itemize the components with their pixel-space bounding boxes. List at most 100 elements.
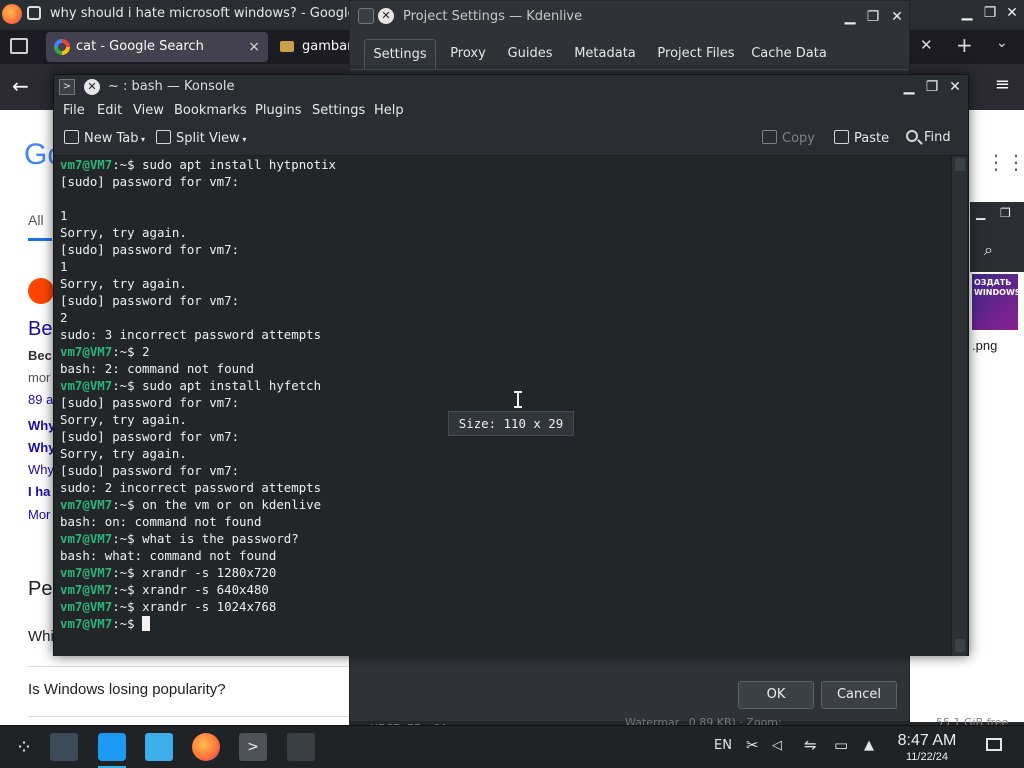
x-icon[interactable]: ✕	[378, 8, 394, 24]
konsole-titlebar[interactable]: > ✕ ~ : bash — Konsole ▁ ❐ ✕	[54, 75, 968, 100]
terminal-scrollbar[interactable]	[951, 156, 967, 656]
thumbnail-filename[interactable]: .png	[972, 338, 997, 353]
show-desktop-icon[interactable]	[986, 738, 1002, 751]
menu-settings[interactable]: Settings	[312, 103, 365, 118]
paste-button[interactable]: Paste	[834, 130, 889, 146]
shell-prompt-user: vm7@VM7	[60, 497, 113, 512]
discover-store-icon[interactable]	[98, 733, 126, 761]
scissors-icon[interactable]: ✂	[746, 736, 759, 754]
keyboard-layout-indicator[interactable]: EN	[714, 738, 732, 753]
sitelink[interactable]: Why	[28, 418, 55, 433]
paste-icon	[834, 130, 849, 144]
maximize-icon[interactable]: ❐	[922, 77, 942, 97]
shell-prompt-path: :~$	[112, 599, 143, 614]
minimize-icon[interactable]: ▁	[957, 4, 977, 22]
find-button[interactable]: Find	[906, 130, 951, 145]
tab-cache-data[interactable]: Cache Data	[748, 39, 830, 69]
sitelink[interactable]: I ha	[28, 484, 50, 499]
search-icon[interactable]: ⌕	[984, 240, 993, 260]
tab-proxy[interactable]: Proxy	[444, 39, 492, 69]
terminal-line: Sorry, try again.	[60, 445, 187, 462]
split-view-button[interactable]: Split View ▾	[156, 130, 246, 146]
sitelink[interactable]: Why	[28, 462, 54, 477]
question-item[interactable]: Whi	[28, 628, 54, 645]
result-count[interactable]: 89 a	[28, 392, 53, 407]
shell-prompt-user: vm7@VM7	[60, 616, 113, 631]
tab-cat-google-search[interactable]: cat - Google Search ×	[46, 32, 268, 62]
google-favicon-icon	[54, 39, 70, 55]
cancel-button[interactable]: Cancel	[821, 681, 897, 709]
maximize-icon[interactable]: ❐	[863, 7, 883, 27]
copy-button[interactable]: Copy	[762, 130, 815, 146]
pin-icon[interactable]	[27, 6, 41, 20]
network-icon[interactable]: ⇋	[804, 736, 817, 754]
menu-view[interactable]: View	[133, 103, 164, 118]
question-item[interactable]: Is Windows losing popularity?	[28, 681, 226, 698]
terminal-text: [sudo] password for vm7:	[60, 242, 240, 257]
menu-edit[interactable]: Edit	[97, 103, 122, 118]
result-snippet: mor	[28, 370, 51, 385]
terminal-output[interactable]: vm7@VM7:~$ sudo apt install hytpnotix [su…	[54, 156, 952, 656]
more-link[interactable]: Mor	[28, 507, 50, 522]
terminal-text: Sorry, try again.	[60, 446, 187, 461]
minimize-icon[interactable]: ▁	[899, 77, 919, 97]
close-tab-icon[interactable]: ✕	[920, 36, 933, 54]
new-tab-button[interactable]: New Tab ▾	[64, 130, 145, 146]
result-title[interactable]: Be	[28, 318, 52, 341]
tab-gambar[interactable]: gambar	[272, 32, 352, 62]
back-arrow-icon[interactable]: ←	[12, 74, 29, 98]
ok-button[interactable]: OK	[738, 681, 814, 709]
maximize-icon[interactable]: ❐	[1000, 206, 1011, 220]
menu-plugins[interactable]: Plugins	[255, 103, 302, 118]
terminal-text: 2	[142, 344, 150, 359]
tab-project-files[interactable]: Project Files	[652, 39, 740, 69]
chevron-up-icon[interactable]: ▲	[864, 738, 874, 753]
tab-settings[interactable]: Settings	[364, 39, 436, 69]
close-icon[interactable]: ✕	[1002, 4, 1022, 22]
system-settings-icon[interactable]	[50, 733, 78, 761]
chevron-down-icon: ▾	[138, 135, 146, 144]
minimize-icon[interactable]: ▁	[976, 206, 985, 220]
shell-prompt-path: :~$	[112, 616, 143, 631]
maximize-icon[interactable]: ❐	[980, 4, 1000, 22]
scrollbar-down-handle[interactable]	[955, 639, 965, 652]
minimize-icon[interactable]: ▁	[840, 7, 860, 27]
terminal-text: bash: 2: command not found	[60, 361, 254, 376]
terminal-text: what is the password?	[142, 531, 299, 546]
x-icon[interactable]: ✕	[84, 79, 100, 95]
terminal-line: vm7@VM7:~$ xrandr -s 640x480	[60, 581, 269, 598]
apps-grid-icon[interactable]: ⋮⋮⋮	[986, 150, 1024, 174]
menu-help[interactable]: Help	[374, 103, 404, 118]
image-thumbnail[interactable]: ОЗДАТЬ WINDOWS?	[972, 274, 1018, 330]
new-tab-icon[interactable]: +	[956, 33, 973, 57]
close-icon[interactable]: ✕	[887, 7, 907, 27]
chevron-down-icon[interactable]: ⌄	[996, 35, 1008, 51]
firefox-icon[interactable]	[192, 733, 220, 761]
kdenlive-icon[interactable]	[287, 733, 315, 761]
konsole-icon[interactable]: >	[239, 733, 267, 761]
close-tab-icon[interactable]: ×	[248, 32, 260, 62]
terminal-text: sudo: 2 incorrect password attempts	[60, 480, 322, 495]
clock[interactable]: 8:47 AM 11/22/24	[893, 732, 961, 764]
list-all-tabs-icon[interactable]	[10, 38, 28, 54]
application-launcher-icon[interactable]: ⁘	[10, 733, 38, 761]
display-icon[interactable]: ▭	[834, 736, 848, 754]
menu-bookmarks[interactable]: Bookmarks	[174, 103, 247, 118]
terminal-line: vm7@VM7:~$ xrandr -s 1024x768	[60, 598, 276, 615]
terminal-line: vm7@VM7:~$ what is the password?	[60, 530, 299, 547]
dolphin-folder-icon[interactable]	[145, 733, 173, 761]
menu-file[interactable]: File	[63, 103, 85, 118]
shell-prompt-user: vm7@VM7	[60, 531, 113, 546]
scrollbar-up-handle[interactable]	[955, 158, 965, 171]
terminal-line: 2	[60, 309, 67, 326]
tab-guides[interactable]: Guides	[502, 39, 558, 69]
hamburger-menu-icon[interactable]: ≡	[995, 74, 1010, 95]
close-icon[interactable]: ✕	[945, 77, 965, 97]
shell-prompt-path: :~$	[112, 497, 143, 512]
volume-icon[interactable]: ◁	[772, 738, 782, 753]
tab-all[interactable]: All	[28, 212, 44, 228]
kdenlive-titlebar[interactable]: ✕ Project Settings — Kdenlive ▁ ❐ ✕	[350, 1, 909, 33]
tab-metadata[interactable]: Metadata	[568, 39, 642, 69]
terminal-text: Sorry, try again.	[60, 412, 187, 427]
sitelink[interactable]: Why	[28, 440, 55, 455]
